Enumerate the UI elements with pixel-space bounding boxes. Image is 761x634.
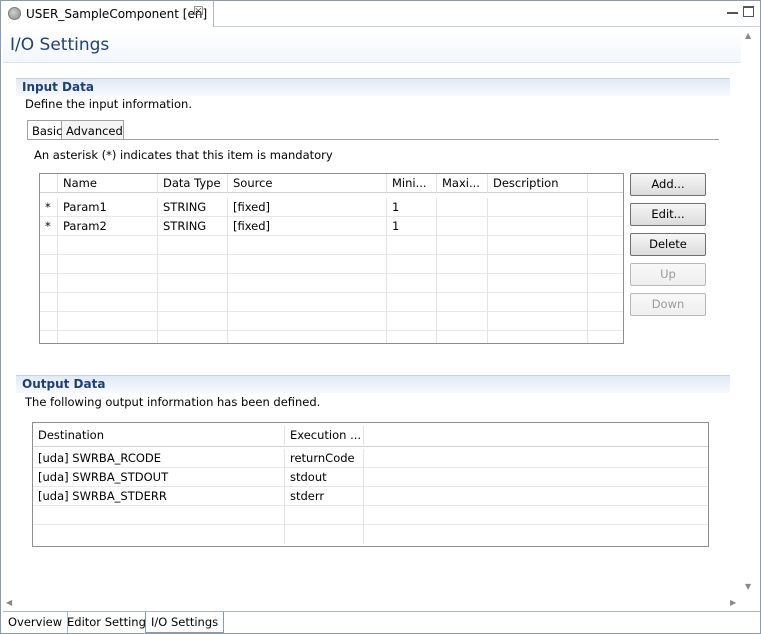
component-icon — [8, 7, 21, 20]
param-minimum: 1 — [387, 217, 437, 236]
up-button[interactable]: Up — [630, 263, 706, 286]
table-row[interactable]: * Param1 STRING [fixed] 1 — [40, 198, 623, 217]
tab-basic[interactable]: Basic — [27, 120, 62, 140]
delete-button[interactable]: Delete — [630, 233, 706, 256]
table-row[interactable]: [uda] SWRBA_STDOUT stdout — [33, 468, 708, 487]
param-data-type: STRING — [158, 198, 228, 217]
empty-row — [40, 274, 623, 293]
output-destination: [uda] SWRBA_STDOUT — [33, 468, 285, 487]
column-header-data-type[interactable]: Data Type — [158, 174, 228, 193]
editor-tab-label: USER_SampleComponent [en] — [26, 7, 208, 21]
column-header-marker[interactable] — [40, 174, 58, 193]
editor-tab[interactable]: USER_SampleComponent [en] ☒ — [1, 1, 214, 27]
table-row[interactable]: [uda] SWRBA_STDERR stderr — [33, 487, 708, 506]
column-header-maximum[interactable]: Maxi... — [437, 174, 488, 193]
input-section-title: Input Data — [22, 80, 94, 94]
add-button[interactable]: Add... — [630, 173, 706, 196]
column-header-filler — [588, 174, 623, 193]
empty-row — [40, 236, 623, 255]
input-table[interactable]: Name Data Type Source Mini... Maxi... De… — [39, 173, 624, 344]
empty-row — [33, 506, 708, 525]
close-icon[interactable]: ☒ — [193, 4, 204, 18]
vertical-scrollbar[interactable]: ▲ ▼ — [742, 29, 757, 596]
input-table-header: Name Data Type Source Mini... Maxi... De… — [40, 174, 623, 193]
table-row[interactable]: [uda] SWRBA_RCODE returnCode — [33, 449, 708, 468]
empty-row — [40, 255, 623, 274]
page-title: I/O Settings — [10, 35, 110, 55]
column-header-description[interactable]: Description — [488, 174, 588, 193]
param-name: Param1 — [58, 198, 158, 217]
param-source: [fixed] — [228, 198, 387, 217]
column-header-destination[interactable]: Destination — [33, 426, 285, 445]
page-header — [3, 29, 741, 63]
column-header-minimum[interactable]: Mini... — [387, 174, 437, 193]
param-description — [488, 217, 588, 236]
down-button[interactable]: Down — [630, 293, 706, 316]
column-header-execution[interactable]: Execution ... — [285, 426, 364, 445]
table-row[interactable]: * Param2 STRING [fixed] 1 — [40, 217, 623, 236]
param-maximum — [437, 217, 488, 236]
editor-window: USER_SampleComponent [en] ☒ I/O Settings… — [0, 0, 761, 634]
output-destination: [uda] SWRBA_STDERR — [33, 487, 285, 506]
param-maximum — [437, 198, 488, 217]
param-minimum: 1 — [387, 198, 437, 217]
output-section-title: Output Data — [22, 377, 106, 391]
scroll-left-icon[interactable]: ◀ — [6, 598, 12, 607]
output-execution: stdout — [285, 468, 364, 487]
tab-editor-settings[interactable]: Editor Settings — [62, 612, 158, 633]
scroll-right-icon[interactable]: ▶ — [730, 598, 736, 607]
empty-row — [40, 331, 623, 343]
input-section-description: Define the input information. — [25, 97, 192, 111]
horizontal-scrollbar[interactable]: ◀ ▶ — [3, 597, 742, 610]
output-execution: returnCode — [285, 449, 364, 468]
column-header-source[interactable]: Source — [228, 174, 387, 193]
output-section-header — [16, 375, 730, 393]
minimize-icon[interactable] — [727, 6, 738, 14]
output-execution: stderr — [285, 487, 364, 506]
param-data-type: STRING — [158, 217, 228, 236]
empty-row — [40, 312, 623, 331]
tab-io-settings[interactable]: I/O Settings — [145, 612, 225, 633]
editor-page-tabs: Overview Editor Settings I/O Settings — [3, 611, 760, 633]
mandatory-note: An asterisk (*) indicates that this item… — [34, 148, 333, 162]
empty-row — [33, 525, 708, 544]
param-source: [fixed] — [228, 217, 387, 236]
output-section-description: The following output information has bee… — [25, 395, 321, 409]
tab-advanced[interactable]: Advanced — [62, 120, 124, 140]
param-name: Param2 — [58, 217, 158, 236]
tab-overview[interactable]: Overview — [3, 612, 69, 633]
param-description — [488, 198, 588, 217]
editor-tab-bar: USER_SampleComponent [en] ☒ — [1, 1, 760, 27]
scroll-down-icon[interactable]: ▼ — [745, 582, 751, 591]
edit-button[interactable]: Edit... — [630, 203, 706, 226]
empty-row — [40, 293, 623, 312]
output-table-header: Destination Execution ... — [33, 426, 708, 447]
scroll-up-icon[interactable]: ▲ — [745, 31, 751, 40]
column-header-name[interactable]: Name — [58, 174, 158, 193]
mandatory-marker: * — [40, 217, 58, 236]
maximize-icon[interactable] — [743, 6, 754, 17]
subtab-divider — [27, 139, 719, 140]
input-section-header — [16, 78, 730, 96]
output-destination: [uda] SWRBA_RCODE — [33, 449, 285, 468]
mandatory-marker: * — [40, 198, 58, 217]
output-table[interactable]: Destination Execution ... [uda] SWRBA_RC… — [32, 422, 709, 547]
